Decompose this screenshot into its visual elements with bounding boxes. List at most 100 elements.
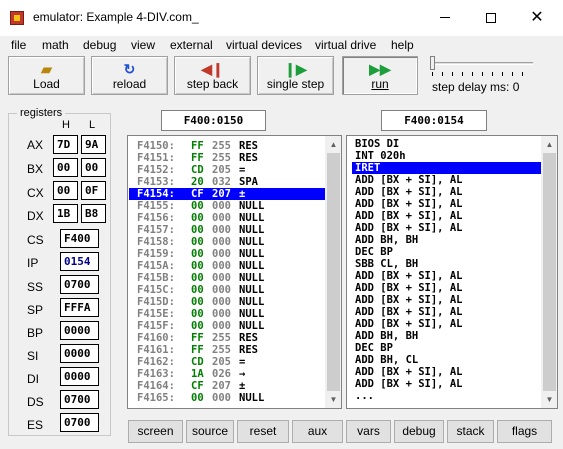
menu-view[interactable]: view	[131, 38, 155, 52]
disassembly-row[interactable]: BIOS DI	[352, 138, 541, 150]
memory-row[interactable]: F415E: 00 000 NULL	[129, 308, 325, 320]
menu-math[interactable]: math	[42, 38, 69, 52]
disassembly-row[interactable]: ADD BH, BH	[352, 234, 541, 246]
disassembly-address-input[interactable]: F400:0154	[381, 110, 487, 131]
memory-row[interactable]: F415C: 00 000 NULL	[129, 284, 325, 296]
load-button[interactable]: ▰ Load	[8, 56, 85, 95]
ss-field[interactable]: 0700	[60, 275, 99, 294]
es-field[interactable]: 0700	[60, 413, 99, 432]
disassembly-row[interactable]: ADD BH, BH	[352, 330, 541, 342]
disassembly-row[interactable]: SBB CL, BH	[352, 258, 541, 270]
step-back-button[interactable]: ◀❙ step back	[174, 56, 251, 95]
close-button[interactable]: ✕	[514, 0, 560, 36]
memory-row[interactable]: F4163: 1A 026 →	[129, 368, 325, 380]
disassembly-row[interactable]: ADD [BX + SI], AL	[352, 306, 541, 318]
stack-button[interactable]: stack	[447, 420, 494, 443]
minimize-button[interactable]	[422, 0, 468, 36]
memory-row[interactable]: F415F: 00 000 NULL	[129, 320, 325, 332]
step-delay-slider-track[interactable]	[431, 62, 533, 65]
source-button[interactable]: source	[186, 420, 234, 443]
memory-row[interactable]: F415D: 00 000 NULL	[129, 296, 325, 308]
disassembly-row[interactable]: ...	[352, 390, 541, 402]
menu-debug[interactable]: debug	[83, 38, 116, 52]
disassembly-row[interactable]: ADD [BX + SI], AL	[352, 366, 541, 378]
disassembly-row[interactable]: ADD [BX + SI], AL	[352, 210, 541, 222]
run-button[interactable]: ▶▶ run	[342, 56, 418, 95]
memory-row[interactable]: F4161: FF 255 RES	[129, 344, 325, 356]
disassembly-row[interactable]: DEC BP	[352, 342, 541, 354]
aux-button[interactable]: aux	[292, 420, 343, 443]
disassembly-row[interactable]: ADD [BX + SI], AL	[352, 270, 541, 282]
scroll-down-arrow-icon[interactable]: ▼	[541, 391, 557, 408]
disassembly-list[interactable]: BIOS DI INT 020h IRET ADD [BX + SI], AL ADD …	[346, 135, 558, 409]
reset-button[interactable]: reset	[237, 420, 289, 443]
disassembly-row[interactable]: ADD [BX + SI], AL	[352, 282, 541, 294]
menu-virtual-devices[interactable]: virtual devices	[226, 38, 302, 52]
disassembly-scrollbar[interactable]: ▲ ▼	[541, 136, 557, 408]
sp-field[interactable]: FFFA	[60, 298, 99, 317]
disassembly-row[interactable]: ADD [BX + SI], AL	[352, 174, 541, 186]
dl-field[interactable]: B8	[81, 204, 106, 223]
memory-scrollbar[interactable]: ▲ ▼	[325, 136, 341, 408]
memory-list[interactable]: F4150: FF 255 RES F4151: FF 255 RES F4152: CD 205 =…	[127, 135, 342, 409]
bp-field[interactable]: 0000	[60, 321, 99, 340]
memory-row[interactable]: F4160: FF 255 RES	[129, 332, 325, 344]
menu-help[interactable]: help	[391, 38, 414, 52]
menu-virtual-drive[interactable]: virtual drive	[315, 38, 376, 52]
disassembly-row[interactable]: ADD BH, CL	[352, 354, 541, 366]
memory-row[interactable]: F4150: FF 255 RES	[129, 140, 325, 152]
disassembly-scrollbar-thumb[interactable]	[543, 153, 556, 391]
ch-field[interactable]: 00	[53, 181, 78, 200]
cl-field[interactable]: 0F	[81, 181, 106, 200]
cs-field[interactable]: F400	[60, 229, 99, 248]
memory-scrollbar-thumb[interactable]	[327, 153, 340, 391]
memory-row-address: F4157:	[137, 224, 175, 236]
ip-field[interactable]: 0154	[60, 252, 99, 271]
memory-row[interactable]: F4165: 00 000 NULL	[129, 392, 325, 404]
memory-row[interactable]: F415A: 00 000 NULL	[129, 260, 325, 272]
memory-row[interactable]: F4156: 00 000 NULL	[129, 212, 325, 224]
memory-row[interactable]: F4154: CF 207 ±	[129, 188, 325, 200]
reload-button[interactable]: ↻ reload	[91, 56, 168, 95]
di-field[interactable]: 0000	[60, 367, 99, 386]
disassembly-row[interactable]: IRET	[352, 162, 541, 174]
disassembly-row[interactable]: ADD [BX + SI], AL	[352, 318, 541, 330]
vars-button[interactable]: vars	[346, 420, 391, 443]
memory-row[interactable]: F4162: CD 205 =	[129, 356, 325, 368]
memory-row[interactable]: F4164: CF 207 ±	[129, 380, 325, 392]
bh-field[interactable]: 00	[53, 158, 78, 177]
memory-row[interactable]: F4151: FF 255 RES	[129, 152, 325, 164]
flags-button[interactable]: flags	[497, 420, 552, 443]
memory-row[interactable]: F4159: 00 000 NULL	[129, 248, 325, 260]
memory-address-input[interactable]: F400:0150	[161, 110, 266, 131]
scroll-up-arrow-icon[interactable]: ▲	[325, 136, 341, 153]
scroll-up-arrow-icon[interactable]: ▲	[541, 136, 557, 153]
disassembly-row[interactable]: INT 020h	[352, 150, 541, 162]
maximize-button[interactable]	[468, 0, 514, 36]
debug-button[interactable]: debug	[394, 420, 444, 443]
disassembly-row[interactable]: ADD [BX + SI], AL	[352, 222, 541, 234]
dh-field[interactable]: 1B	[53, 204, 78, 223]
screen-button[interactable]: screen	[128, 420, 183, 443]
bl-field[interactable]: 00	[81, 158, 106, 177]
al-field[interactable]: 9A	[81, 135, 106, 154]
memory-row[interactable]: F415B: 00 000 NULL	[129, 272, 325, 284]
menu-file[interactable]: file	[11, 38, 26, 52]
disassembly-row[interactable]: ADD [BX + SI], AL	[352, 186, 541, 198]
memory-row[interactable]: F4155: 00 000 NULL	[129, 200, 325, 212]
si-field[interactable]: 0000	[60, 344, 99, 363]
memory-row[interactable]: F4153: 20 032 SPA	[129, 176, 325, 188]
menu-external[interactable]: external	[170, 38, 213, 52]
ds-field[interactable]: 0700	[60, 390, 99, 409]
disassembly-row[interactable]: ADD [BX + SI], AL	[352, 198, 541, 210]
memory-row[interactable]: F4158: 00 000 NULL	[129, 236, 325, 248]
ah-field[interactable]: 7D	[53, 135, 78, 154]
disassembly-row[interactable]: ADD [BX + SI], AL	[352, 294, 541, 306]
disassembly-row[interactable]: ADD [BX + SI], AL	[352, 378, 541, 390]
disassembly-row[interactable]: DEC BP	[352, 246, 541, 258]
memory-row[interactable]: F4157: 00 000 NULL	[129, 224, 325, 236]
single-step-button[interactable]: ❙▶ single step	[257, 56, 334, 95]
memory-row[interactable]: F4152: CD 205 =	[129, 164, 325, 176]
scroll-down-arrow-icon[interactable]: ▼	[325, 391, 341, 408]
step-delay-slider-thumb[interactable]	[430, 56, 435, 70]
